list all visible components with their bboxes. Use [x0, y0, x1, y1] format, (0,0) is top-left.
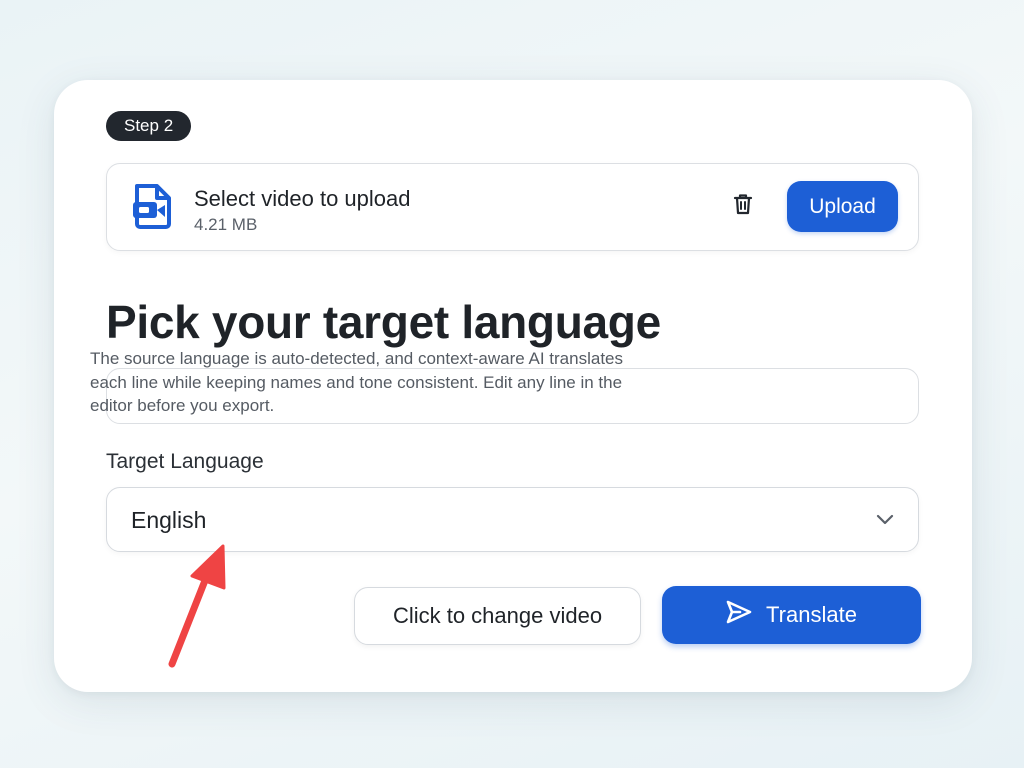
trash-icon: [732, 192, 754, 221]
page-title: Pick your target language: [106, 296, 661, 348]
delete-file-button[interactable]: [729, 191, 757, 221]
upload-button[interactable]: Upload: [787, 181, 898, 232]
file-upload-row: Select video to upload 4.21 MB Upload: [106, 163, 919, 251]
description-text: The source language is auto-detected, an…: [90, 349, 623, 415]
change-video-button[interactable]: Click to change video: [354, 587, 641, 645]
file-size: 4.21 MB: [194, 215, 258, 234]
red-arrow-annotation: [168, 544, 226, 668]
send-icon: [726, 600, 752, 630]
file-title: Select video to upload: [194, 186, 411, 211]
translate-label: Translate: [766, 602, 857, 627]
chevron-down-icon: [876, 512, 894, 526]
video-file-icon: [131, 182, 175, 230]
target-language-label: Target Language: [106, 450, 264, 473]
step-badge: Step 2: [106, 111, 192, 141]
translate-button[interactable]: Translate: [662, 586, 921, 644]
